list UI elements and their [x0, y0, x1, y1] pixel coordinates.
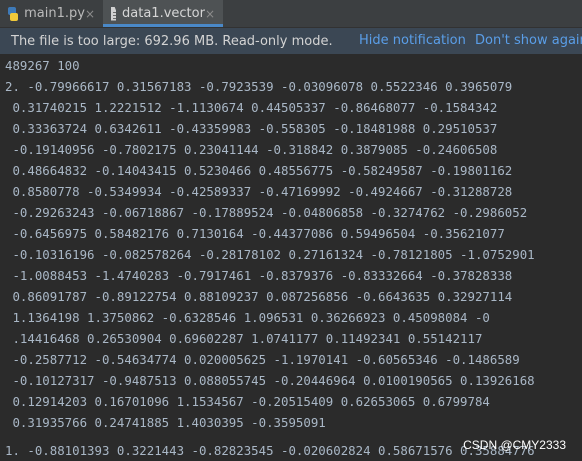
- editor-line: 0.31935766 0.24741885 1.4030395 -0.35950…: [5, 415, 326, 430]
- editor-line: 1.1364198 1.3750862 -0.6328546 1.096531 …: [5, 310, 490, 325]
- close-icon[interactable]: ×: [205, 7, 215, 21]
- editor-line: 0.86091787 -0.89122754 0.88109237 0.0872…: [5, 289, 513, 304]
- editor-line: -0.29263243 -0.06718867 -0.17889524 -0.0…: [5, 205, 528, 220]
- close-icon[interactable]: ×: [85, 7, 95, 21]
- editor-line: -1.0088453 -1.4740283 -0.7917461 -0.8379…: [5, 268, 513, 283]
- editor-line: 0.33363724 0.6342611 -0.43359983 -0.5583…: [5, 121, 498, 136]
- hide-notification-link[interactable]: Hide notification: [359, 33, 466, 48]
- editor-line: 0.8580778 -0.5349934 -0.42589337 -0.4716…: [5, 184, 513, 199]
- editor-line: .14416468 0.26530904 0.69602287 1.074117…: [5, 331, 483, 346]
- editor-line: -0.10316196 -0.082578264 -0.28178102 0.2…: [5, 247, 535, 262]
- editor-line: -0.19140956 -0.7802175 0.23041144 -0.318…: [5, 142, 498, 157]
- editor-line: 0.31740215 1.2221512 -1.1130674 0.445053…: [5, 100, 498, 115]
- csdn-watermark: CSDN @CMY2333: [463, 438, 566, 452]
- tab-label: main1.py: [24, 6, 85, 21]
- editor-line: -0.10127317 -0.9487513 0.088055745 -0.20…: [5, 373, 535, 388]
- tab-data1-vector[interactable]: data1.vector ×: [103, 0, 223, 27]
- text-file-icon: [111, 6, 117, 21]
- tab-label: data1.vector: [122, 6, 205, 21]
- editor-line: 0.12914203 0.16701096 1.1534567 -0.20515…: [5, 394, 490, 409]
- tab-main1-py[interactable]: main1.py ×: [0, 0, 103, 27]
- python-file-icon: [8, 6, 19, 21]
- editor-tab-bar: main1.py × data1.vector ×: [0, 0, 582, 28]
- editor-line: -0.6456975 0.58482176 0.7130164 -0.44377…: [5, 226, 505, 241]
- notification-message: The file is too large: 692.96 MB. Read-o…: [11, 33, 333, 49]
- editor-line: 1. -0.88101393 0.3221443 -0.82823545 -0.…: [5, 443, 535, 458]
- editor-line: 489267 100: [5, 58, 80, 73]
- editor-text-area[interactable]: 489267 100 2. -0.79966617 0.31567183 -0.…: [0, 55, 582, 461]
- editor-line: 2. -0.79966617 0.31567183 -0.7923539 -0.…: [5, 79, 513, 94]
- file-too-large-notification: The file is too large: 692.96 MB. Read-o…: [0, 28, 582, 54]
- editor-line: -0.2587712 -0.54634774 0.020005625 -1.19…: [5, 352, 520, 367]
- dont-show-again-link[interactable]: Don't show again: [475, 33, 582, 48]
- editor-line: 0.48664832 -0.14043415 0.5230466 0.48556…: [5, 163, 513, 178]
